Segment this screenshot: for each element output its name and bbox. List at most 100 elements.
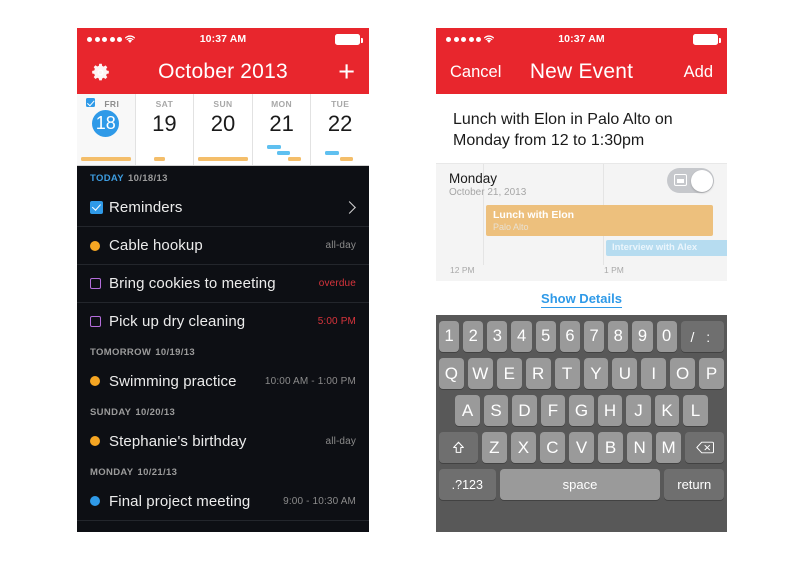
day-number: 19 [152,111,177,136]
event-time: all-day [325,240,356,251]
key-u[interactable]: U [612,358,638,389]
key-9[interactable]: 9 [632,321,653,352]
preview-block-interview[interactable]: Interview with Alex [606,240,727,256]
key-g[interactable]: G [569,395,594,426]
cancel-button[interactable]: Cancel [450,50,501,94]
key-c[interactable]: C [539,432,565,463]
list-item[interactable]: Stephanie's birthday all-day [77,422,369,460]
dot-blue-icon [90,496,109,506]
block-title: Lunch with Elon [493,209,575,221]
day-cell-19[interactable]: SAT 19 [135,94,195,165]
preview-time-axis: 12 PM 1 PM [436,265,727,278]
event-time: all-day [325,435,356,447]
numeric-mode-key[interactable]: .?123 [439,469,496,500]
keyboard-row-asdf: A S D F G H J K L [439,395,724,426]
keyboard-row-bottom: .?123 space return [439,469,724,500]
calendar-icon [674,174,687,186]
key-d[interactable]: D [512,395,537,426]
key-0[interactable]: 0 [656,321,677,352]
key-v[interactable]: V [568,432,595,463]
list-item-reminders[interactable]: Reminders [77,188,369,226]
navbar-right: Cancel New Event Add [436,50,727,94]
key-s[interactable]: S [483,395,509,426]
key-6[interactable]: 6 [559,321,580,352]
agenda-list[interactable]: TODAY 10/18/13 Reminders Cable hookup all… [77,166,369,532]
onscreen-keyboard[interactable]: 1 2 3 4 5 6 7 8 9 0 / : Q W E R T Y U I [436,315,727,532]
key-i[interactable]: I [641,358,667,389]
key-8[interactable]: 8 [608,321,629,352]
delete-key[interactable] [685,432,724,463]
add-button[interactable]: Add [684,50,713,94]
key-q[interactable]: Q [438,358,464,389]
section-header-sunday: SUNDAY 10/20/13 [77,400,369,422]
key-5[interactable]: 5 [535,321,556,352]
row-spacer-right [712,395,724,426]
delete-icon [695,441,714,454]
day-cell-21[interactable]: MON 21 [252,94,312,165]
list-item[interactable]: Pick up dry cleaning 5:00 PM [77,302,369,340]
event-title: Final project meeting [109,492,251,510]
day-number: 18 [92,110,120,137]
list-item[interactable]: Interview with Alex 1:00 - 4:00 PM [77,520,369,532]
section-date: 10/19/13 [155,347,195,358]
key-z[interactable]: Z [481,432,507,463]
key-m[interactable]: M [656,432,682,463]
square-purple-icon [90,316,109,327]
list-item[interactable]: Swimming practice 10:00 AM - 1:00 PM [77,362,369,400]
section-label: SUNDAY [90,407,132,418]
block-title: Interview with Alex [612,242,698,253]
key-slash-colon[interactable]: / : [680,321,725,352]
key-f[interactable]: F [540,395,566,426]
key-y[interactable]: Y [583,358,609,389]
space-key[interactable]: space [499,469,661,500]
dot-orange-icon [90,240,109,251]
key-2[interactable]: 2 [463,321,484,352]
key-b[interactable]: B [598,432,624,463]
section-date: 10/20/13 [135,407,176,418]
key-h[interactable]: H [597,395,623,426]
list-item[interactable]: Final project meeting 9:00 - 10:30 AM [77,482,369,520]
key-p[interactable]: P [699,358,725,389]
status-bar-left: 10:37 AM [77,28,369,50]
status-bar-right: 10:37 AM [436,28,727,50]
key-x[interactable]: X [510,432,536,463]
key-t[interactable]: T [554,358,580,389]
preview-block-lunch[interactable]: Lunch with Elon Palo Alto [486,205,713,236]
day-number: 22 [327,111,353,136]
event-nlp-input[interactable]: Lunch with Elon in Palo Alto on Monday f… [436,94,727,163]
day-event-bars [136,155,194,161]
key-k[interactable]: K [654,395,680,426]
day-strip: FRI 18 SAT 19 SUN 20 MON 21 TUE 22 [77,94,369,166]
key-l[interactable]: L [683,395,708,426]
key-a[interactable]: A [455,395,480,426]
list-item[interactable]: Cable hookup all-day [77,226,369,264]
day-cell-22[interactable]: TUE 22 [311,94,369,165]
key-o[interactable]: O [670,358,696,389]
key-4[interactable]: 4 [511,321,532,352]
key-3[interactable]: 3 [487,321,508,352]
day-dow: TUE [331,99,350,109]
list-item[interactable]: Bring cookies to meeting overdue [77,264,369,302]
add-event-button[interactable]: + [338,50,355,94]
key-1[interactable]: 1 [438,321,460,352]
day-cell-18[interactable]: FRI 18 [77,94,136,165]
key-r[interactable]: R [525,358,551,389]
key-e[interactable]: E [496,358,522,389]
settings-button[interactable] [91,50,110,94]
calendar-toggle-switch[interactable] [667,168,714,193]
shift-key[interactable] [439,432,478,463]
keyboard-row-qwerty: Q W E R T Y U I O P [438,358,725,389]
return-key[interactable]: return [664,469,724,500]
show-details-label: Show Details [541,291,622,308]
day-number: 21 [269,111,294,136]
key-7[interactable]: 7 [584,321,605,352]
section-label: MONDAY [90,467,134,478]
day-number: 20 [210,111,236,136]
key-w[interactable]: W [467,358,493,389]
day-cell-20[interactable]: SUN 20 [194,94,253,165]
section-header-monday: MONDAY 10/21/13 [77,460,369,482]
key-n[interactable]: N [627,432,653,463]
show-details-button[interactable]: Show Details [436,281,727,315]
key-j[interactable]: J [626,395,651,426]
time-label: 1 PM [604,265,624,275]
